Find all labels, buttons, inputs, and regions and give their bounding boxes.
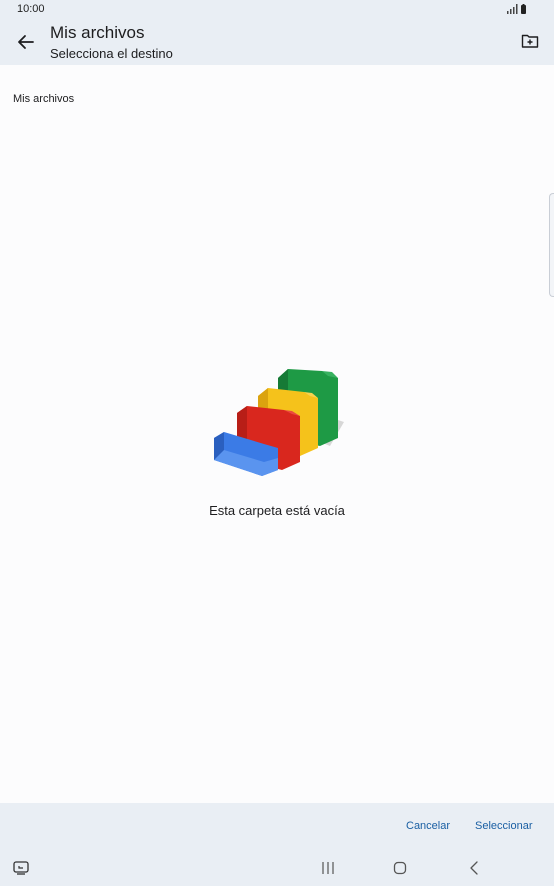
status-time: 10:00 xyxy=(17,3,45,15)
breadcrumb[interactable]: Mis archivos xyxy=(13,93,74,105)
back-arrow-icon[interactable] xyxy=(16,32,36,52)
home-icon[interactable] xyxy=(393,861,407,875)
back-icon[interactable] xyxy=(468,861,480,875)
scroll-handle[interactable] xyxy=(549,193,554,297)
status-bar: 10:00 xyxy=(0,0,554,18)
empty-folder-illustration xyxy=(214,369,344,476)
battery-icon xyxy=(521,4,526,14)
bottom-bar: Cancelar Seleccionar xyxy=(0,803,554,886)
recent-apps-icon[interactable] xyxy=(321,861,335,875)
signal-icon xyxy=(507,4,518,14)
page-title: Mis archivos xyxy=(50,23,145,42)
page-subtitle: Selecciona el destino xyxy=(50,46,173,61)
cancel-button[interactable]: Cancelar xyxy=(406,820,450,832)
new-folder-icon[interactable] xyxy=(521,33,539,49)
select-button[interactable]: Seleccionar xyxy=(475,820,532,832)
app-bar: Mis archivos Selecciona el destino xyxy=(0,18,554,65)
empty-folder-message: Esta carpeta está vacía xyxy=(209,503,345,518)
screenshot-icon[interactable] xyxy=(13,860,29,876)
status-icons xyxy=(507,4,526,14)
